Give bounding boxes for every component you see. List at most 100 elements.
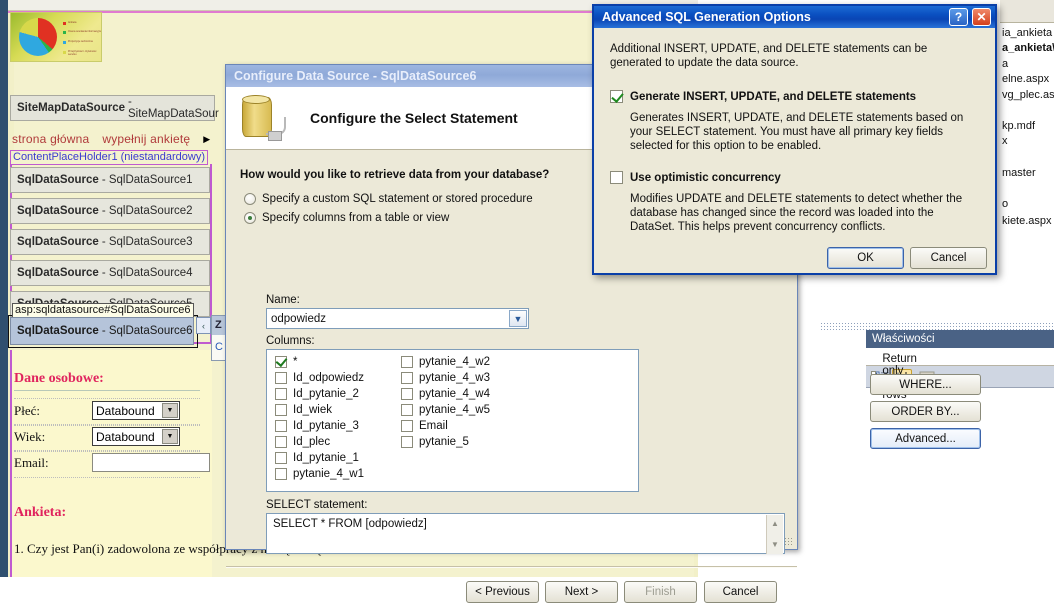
solution-explorer-row[interactable]: ia_ankieta (2 — [1002, 27, 1054, 39]
next-button[interactable]: Next > — [545, 581, 618, 603]
previous-button[interactable]: < Previous — [466, 581, 539, 603]
legend-swatch — [63, 22, 66, 25]
column-item[interactable]: Id_pytanie_1 — [275, 452, 359, 464]
cancel-button[interactable]: Cancel — [704, 581, 777, 603]
legend-swatch — [63, 31, 66, 34]
radio-custom-sql[interactable]: Specify a custom SQL statement or stored… — [244, 193, 533, 205]
control-type-label: SqlDataSource — [17, 325, 99, 337]
select-statement-textarea[interactable]: SELECT * FROM [odpowiedz] ▲ ▼ — [266, 513, 785, 554]
column-item[interactable]: Id_odpowiedz — [275, 372, 364, 384]
checkbox[interactable] — [275, 452, 287, 464]
table-name-dropdown[interactable]: odpowiedz ▼ — [266, 308, 529, 329]
column-item[interactable]: Email — [401, 420, 448, 432]
solution-explorer-row[interactable]: kiete.aspx — [1002, 215, 1052, 227]
plec-dropdown[interactable]: Databound ▼ — [92, 401, 180, 420]
optimistic-concurrency-description: Modifies UPDATE and DELETE statements to… — [630, 193, 963, 233]
column-item[interactable]: pytanie_4_w5 — [401, 404, 490, 416]
select-statement-scrollbar[interactable]: ▲ ▼ — [766, 515, 783, 554]
column-item[interactable]: pytanie_4_w2 — [401, 356, 490, 368]
sitemap-nav-menu[interactable]: strona główna wypełnij ankietę ▶ — [12, 129, 227, 149]
checkbox[interactable] — [275, 468, 287, 480]
solution-explorer-toolbar[interactable] — [1000, 0, 1054, 23]
order-by-button[interactable]: ORDER BY... — [870, 401, 981, 422]
column-item[interactable]: Id_wiek — [275, 404, 332, 416]
sqldatasource-control-2[interactable]: SqlDataSource - SqlDataSource2 — [10, 198, 210, 224]
sqldatasource-control-4[interactable]: SqlDataSource - SqlDataSource4 — [10, 260, 210, 286]
generate-statements-checkbox[interactable] — [610, 90, 623, 103]
column-item[interactable]: pytanie_4_w4 — [401, 388, 490, 400]
smart-tag-button[interactable]: ‹ — [196, 317, 211, 334]
checkbox[interactable] — [401, 372, 413, 384]
nav-item-fill-survey[interactable]: wypełnij ankietę — [102, 132, 190, 146]
sitemap-datasource-control[interactable]: SiteMapDataSource - SiteMapDataSour — [10, 95, 219, 121]
email-label: Email: — [14, 455, 49, 470]
solution-explorer-row[interactable]: master — [1002, 167, 1036, 179]
solution-explorer-row[interactable]: o — [1002, 198, 1008, 210]
solution-explorer-row[interactable]: vg_plec.aspx — [1002, 89, 1054, 101]
column-item[interactable]: pytanie_4_w3 — [401, 372, 490, 384]
checkbox[interactable] — [275, 420, 287, 432]
sqldatasource-control-3[interactable]: SqlDataSource - SqlDataSource3 — [10, 229, 210, 255]
sqldatasource-control-1[interactable]: SqlDataSource - SqlDataSource1 — [10, 167, 210, 193]
plec-label: Płeć: — [14, 403, 40, 418]
scroll-up-icon[interactable]: ▲ — [767, 515, 783, 532]
plec-dropdown-value: Databound — [96, 403, 155, 418]
radio-columns-from-table[interactable]: Specify columns from a table or view — [244, 212, 449, 224]
checkbox[interactable] — [275, 404, 287, 416]
advanced-dialog-titlebar[interactable]: Advanced SQL Generation Options ? ✕ — [594, 6, 995, 28]
solution-explorer-row[interactable]: kp.mdf — [1002, 120, 1035, 132]
ok-button[interactable]: OK — [827, 247, 904, 269]
table-name-value: odpowiedz — [271, 312, 326, 325]
advanced-button[interactable]: Advanced... — [870, 428, 981, 449]
survey-heading: Ankieta: — [14, 505, 67, 520]
checkbox[interactable] — [275, 436, 287, 448]
control-id-label: - SiteMapDataSour — [128, 96, 219, 120]
chevron-down-icon[interactable]: ▼ — [509, 310, 527, 327]
solution-explorer-row[interactable]: a — [1002, 58, 1008, 70]
control-id-label: - SqlDataSource4 — [101, 267, 193, 279]
column-item[interactable]: * — [275, 356, 297, 368]
radio-columns-label: Specify columns from a table or view — [262, 212, 450, 224]
close-icon[interactable]: ✕ — [972, 8, 991, 26]
column-item[interactable]: Id_plec — [275, 436, 330, 448]
checkbox[interactable] — [275, 388, 287, 400]
email-field-wrap[interactable] — [92, 453, 210, 475]
column-item[interactable]: pytanie_5 — [401, 436, 469, 448]
resize-grip[interactable] — [784, 537, 794, 547]
column-label: pytanie_4_w1 — [293, 468, 364, 480]
scroll-down-icon[interactable]: ▼ — [767, 536, 783, 553]
chevron-down-icon[interactable]: ▼ — [162, 403, 178, 418]
checkbox[interactable] — [401, 388, 413, 400]
solution-explorer-row[interactable]: a_ankieta\ — [1002, 42, 1054, 54]
cancel-button[interactable]: Cancel — [910, 247, 987, 269]
checkbox[interactable] — [401, 404, 413, 416]
help-icon[interactable]: ? — [949, 8, 968, 26]
checkbox[interactable] — [401, 436, 413, 448]
wiek-dropdown[interactable]: Databound ▼ — [92, 427, 180, 446]
control-type-label: SqlDataSource — [17, 236, 99, 248]
checkbox[interactable] — [275, 356, 287, 368]
name-label: Name: — [266, 294, 300, 306]
chevron-right-icon: ▶ — [203, 133, 211, 144]
checkbox[interactable] — [275, 372, 287, 384]
column-item[interactable]: pytanie_4_w1 — [275, 468, 364, 480]
optimistic-concurrency-checkbox[interactable] — [610, 171, 623, 184]
sqldatasource-control-6-selected[interactable]: SqlDataSource - SqlDataSource6 — [10, 317, 194, 345]
radio-button[interactable] — [244, 212, 256, 224]
column-item[interactable]: Id_pytanie_2 — [275, 388, 359, 400]
radio-button[interactable] — [244, 193, 256, 205]
column-item[interactable]: Id_pytanie_3 — [275, 420, 359, 432]
checkbox[interactable] — [401, 356, 413, 368]
solution-explorer-row[interactable]: elne.aspx — [1002, 73, 1049, 85]
pie-chart-icon — [19, 18, 57, 56]
chevron-down-icon[interactable]: ▼ — [162, 429, 178, 444]
solution-explorer-row[interactable]: x — [1002, 135, 1008, 147]
survey-banner-image: Ankieta Ocena oceniania informacyjna Pro… — [10, 12, 102, 62]
where-button[interactable]: WHERE... — [870, 374, 981, 395]
nav-item-home[interactable]: strona główna — [12, 132, 89, 146]
checkbox[interactable] — [401, 420, 413, 432]
form-row-plec: Płeć: Databound ▼ — [14, 398, 200, 426]
control-type-label: SiteMapDataSource — [17, 102, 126, 114]
columns-list[interactable]: * Id_odpowiedz Id_pytanie_2 Id_wiek Id_p… — [266, 349, 639, 492]
email-input[interactable] — [92, 453, 210, 472]
